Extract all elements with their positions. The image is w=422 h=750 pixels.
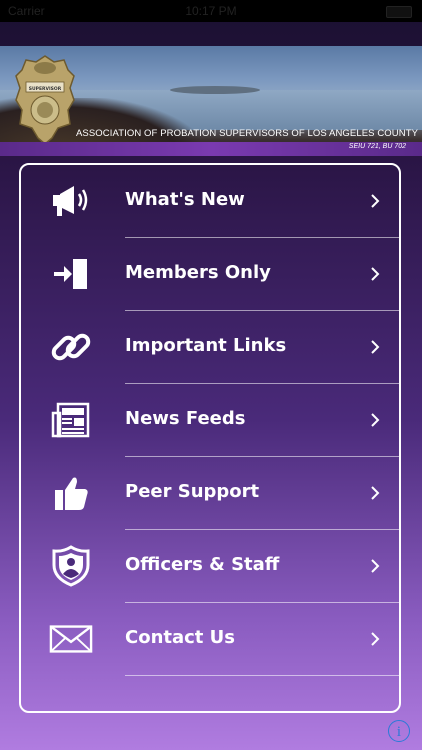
chevron-right-icon	[371, 413, 380, 427]
chevron-right-icon	[371, 632, 380, 646]
main-menu: What's New Members Only Important Links	[19, 163, 401, 713]
header-banner: SUPERVISOR ASSOCIATION OF PROBATION SUPE…	[0, 46, 422, 156]
probation-badge-logo: SUPERVISOR	[15, 55, 75, 145]
status-time: 10:17 PM	[185, 4, 237, 18]
menu-separator	[125, 675, 399, 676]
status-bar: Carrier 10:17 PM	[0, 0, 422, 22]
island-silhouette	[170, 86, 260, 94]
menu-item-label: Contact Us	[125, 627, 236, 648]
menu-item-label: Members Only	[125, 262, 271, 283]
shield-person-icon	[49, 545, 93, 587]
organization-name: ASSOCIATION OF PROBATION SUPERVISORS OF …	[76, 128, 419, 139]
menu-item-label: What's New	[125, 189, 245, 210]
newspaper-icon	[49, 400, 93, 440]
envelope-icon	[49, 619, 93, 659]
chevron-right-icon	[371, 559, 380, 573]
menu-item-label: Important Links	[125, 335, 287, 356]
menu-item-label: News Feeds	[125, 408, 246, 429]
menu-item-peer-support[interactable]: Peer Support	[21, 457, 399, 530]
battery-icon	[386, 6, 412, 18]
chain-link-icon	[49, 327, 93, 367]
chevron-right-icon	[371, 267, 380, 281]
menu-item-contact-us[interactable]: Contact Us	[21, 603, 399, 676]
menu-item-officers-staff[interactable]: Officers & Staff	[21, 530, 399, 603]
menu-item-label: Officers & Staff	[125, 554, 280, 575]
login-door-icon	[49, 254, 93, 294]
chevron-right-icon	[371, 194, 380, 208]
menu-item-members-only[interactable]: Members Only	[21, 238, 399, 311]
megaphone-icon	[49, 181, 93, 221]
info-button[interactable]: i	[388, 720, 410, 742]
menu-item-whats-new[interactable]: What's New	[21, 165, 399, 238]
chevron-right-icon	[371, 486, 380, 500]
thumbs-up-icon	[49, 473, 93, 513]
menu-item-news-feeds[interactable]: News Feeds	[21, 384, 399, 457]
menu-item-important-links[interactable]: Important Links	[21, 311, 399, 384]
menu-item-label: Peer Support	[125, 481, 260, 502]
badge-text: SUPERVISOR	[29, 86, 62, 92]
union-label: SEIU 721, BU 702	[348, 143, 406, 150]
chevron-right-icon	[371, 340, 380, 354]
